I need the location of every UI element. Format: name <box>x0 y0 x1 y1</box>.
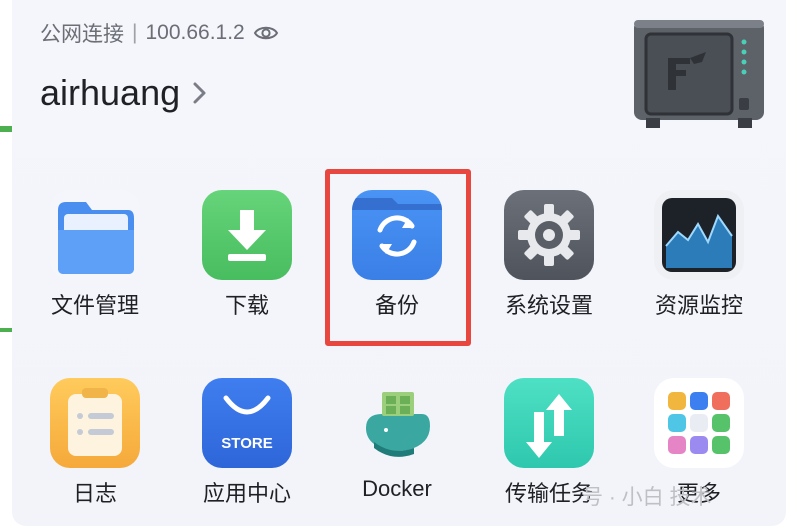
app-file-manager[interactable]: 文件管理 <box>20 190 170 320</box>
app-label: 资源监控 <box>654 293 743 318</box>
app-docker[interactable]: Docker <box>322 378 472 502</box>
transfer-arrows-icon <box>504 378 594 468</box>
username: airhuang <box>40 72 181 113</box>
account-link[interactable]: airhuang <box>40 72 208 114</box>
docker-whale-icon <box>352 378 442 468</box>
nas-device-image <box>634 20 764 128</box>
more-grid-icon <box>654 378 744 468</box>
ip-address: 100.66.1.2 <box>145 21 245 44</box>
store-text: STORE <box>221 435 272 452</box>
backup-highlight-box <box>325 169 471 346</box>
download-icon <box>202 190 292 280</box>
eye-icon[interactable] <box>253 20 279 46</box>
connection-label: 公网连接 <box>40 23 124 46</box>
chevron-right-icon <box>193 82 206 104</box>
app-download[interactable]: 下载 <box>172 190 322 320</box>
activity-monitor-icon <box>654 190 744 280</box>
app-label: 应用中心 <box>202 481 291 506</box>
app-system-settings[interactable]: 系统设置 <box>474 190 624 320</box>
edge-marker <box>0 328 12 332</box>
app-resource-monitor[interactable]: 资源监控 <box>624 190 774 320</box>
separator: | <box>132 21 138 44</box>
store-bag-icon: STORE <box>202 378 292 468</box>
app-label: 系统设置 <box>504 293 593 318</box>
clipboard-log-icon <box>50 378 140 468</box>
app-label: 文件管理 <box>50 293 139 318</box>
app-center[interactable]: STORE 应用中心 <box>172 378 322 508</box>
app-log[interactable]: 日志 <box>20 378 170 508</box>
app-label: 下载 <box>224 293 269 318</box>
edge-marker <box>0 126 12 132</box>
gear-icon <box>504 190 594 280</box>
watermark: 号 · 小白 技术 <box>582 486 712 509</box>
app-label: Docker <box>362 476 432 501</box>
connection-info: 公网连接 | 100.66.1.2 <box>40 18 279 48</box>
folder-icon <box>50 190 140 280</box>
app-label: 日志 <box>72 481 117 506</box>
